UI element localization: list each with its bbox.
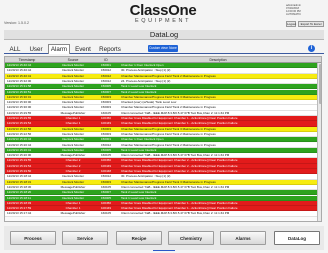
- tab-reports[interactable]: Reports: [96, 44, 124, 54]
- logo-main-text: ClassOne: [129, 2, 197, 19]
- vertical-scrollbar[interactable]: [317, 63, 321, 221]
- id-cell: 160105: [100, 211, 111, 216]
- tab-alarm[interactable]: Alarm: [48, 44, 70, 54]
- scrollbar-thumb[interactable]: [319, 64, 321, 104]
- bottom-accent-line: [153, 250, 175, 251]
- nav-process-button[interactable]: Process: [10, 231, 56, 245]
- logout-button[interactable]: Logout: [286, 21, 296, 27]
- source-cell: MessagePublisher: [60, 211, 86, 216]
- tab-user[interactable]: User: [26, 44, 46, 54]
- tab-event[interactable]: Event: [72, 44, 94, 54]
- nav-service-button[interactable]: Service: [62, 231, 108, 245]
- table-row[interactable]: 12/20/13 15:17:44 MessagePublisher 160105 C…: [5, 211, 317, 217]
- table-body: 12/20/13 15:40:44 Interlock Monitor 150001…: [5, 63, 317, 221]
- bottom-nav: Process Service Recipe Chemistry Alarms …: [4, 226, 324, 250]
- nav-alarms-button[interactable]: Alarms: [220, 231, 266, 245]
- tab-all[interactable]: ALL: [6, 44, 24, 54]
- version-label: Version: 1.5.0.2: [4, 21, 29, 25]
- description-cell: Client connected 'XaB - IEEE.MAP.8.3.8/0…: [121, 211, 230, 216]
- logo-sub-text: EQUIPMENT: [134, 18, 192, 24]
- nav-chemistry-button[interactable]: Chemistry: [168, 231, 214, 245]
- tab-bar: ALL User Alarm Event Reports Custom view…: [4, 42, 324, 54]
- app-frame: Version: 1.5.0.2 ClassOne EQUIPMENT admi…: [0, 0, 328, 253]
- timestamp-cell: 12/20/13 15:17:44: [7, 211, 32, 216]
- nav-datalog-button[interactable]: DataLog: [274, 231, 320, 245]
- classone-logo: ClassOne EQUIPMENT: [118, 3, 208, 25]
- info-icon[interactable]: i: [308, 45, 315, 52]
- custom-view-filter-button[interactable]: Custom view: None: [148, 45, 178, 52]
- status-line: AUTOMATIC: [286, 13, 302, 16]
- nav-recipe-button[interactable]: Recipe: [116, 231, 162, 245]
- export-to-excel-button[interactable]: Export To Excel: [298, 21, 324, 27]
- alarm-log-table: Timestamp Source ID Description 12/20/13…: [4, 56, 322, 222]
- page-title: DataLog: [4, 30, 324, 40]
- status-block: admin/admin 07/20/2018 12:00:00 PM AUTOM…: [286, 4, 324, 16]
